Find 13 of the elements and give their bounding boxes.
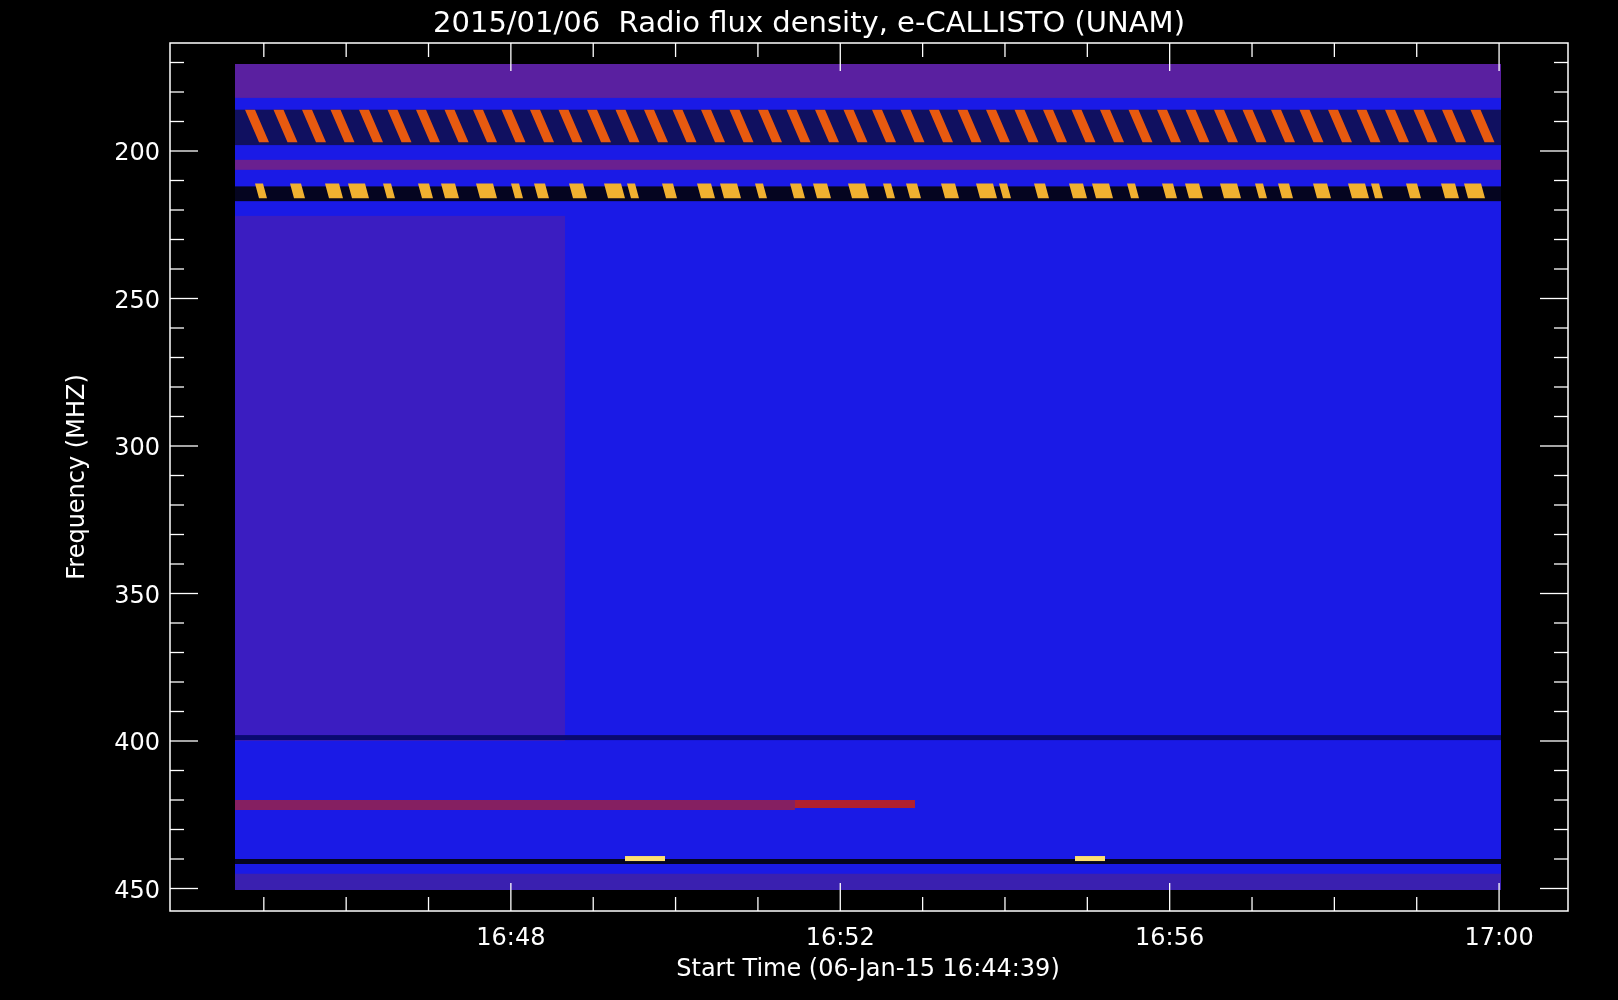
x-axis-label: Start Time (06-Jan-15 16:44:39) bbox=[676, 954, 1060, 982]
x-tick-label: 16:48 bbox=[476, 923, 546, 951]
x-tick-label: 16:56 bbox=[1135, 923, 1205, 951]
x-tick-label: 17:00 bbox=[1464, 923, 1534, 951]
y-axis-label: Frequency (MHZ) bbox=[62, 374, 90, 580]
y-tick-label: 300 bbox=[114, 433, 160, 461]
y-tick-label: 250 bbox=[114, 285, 160, 314]
x-tick-label: 16:52 bbox=[805, 923, 875, 951]
plot-title: 2015/01/06 Radio flux density, e-CALLISTO (UNAM) bbox=[433, 5, 1185, 39]
y-tick-label: 450 bbox=[114, 875, 160, 904]
y-tick-label: 200 bbox=[114, 138, 160, 166]
y-tick-label: 350 bbox=[114, 580, 160, 609]
y-tick-label: 400 bbox=[114, 728, 160, 756]
